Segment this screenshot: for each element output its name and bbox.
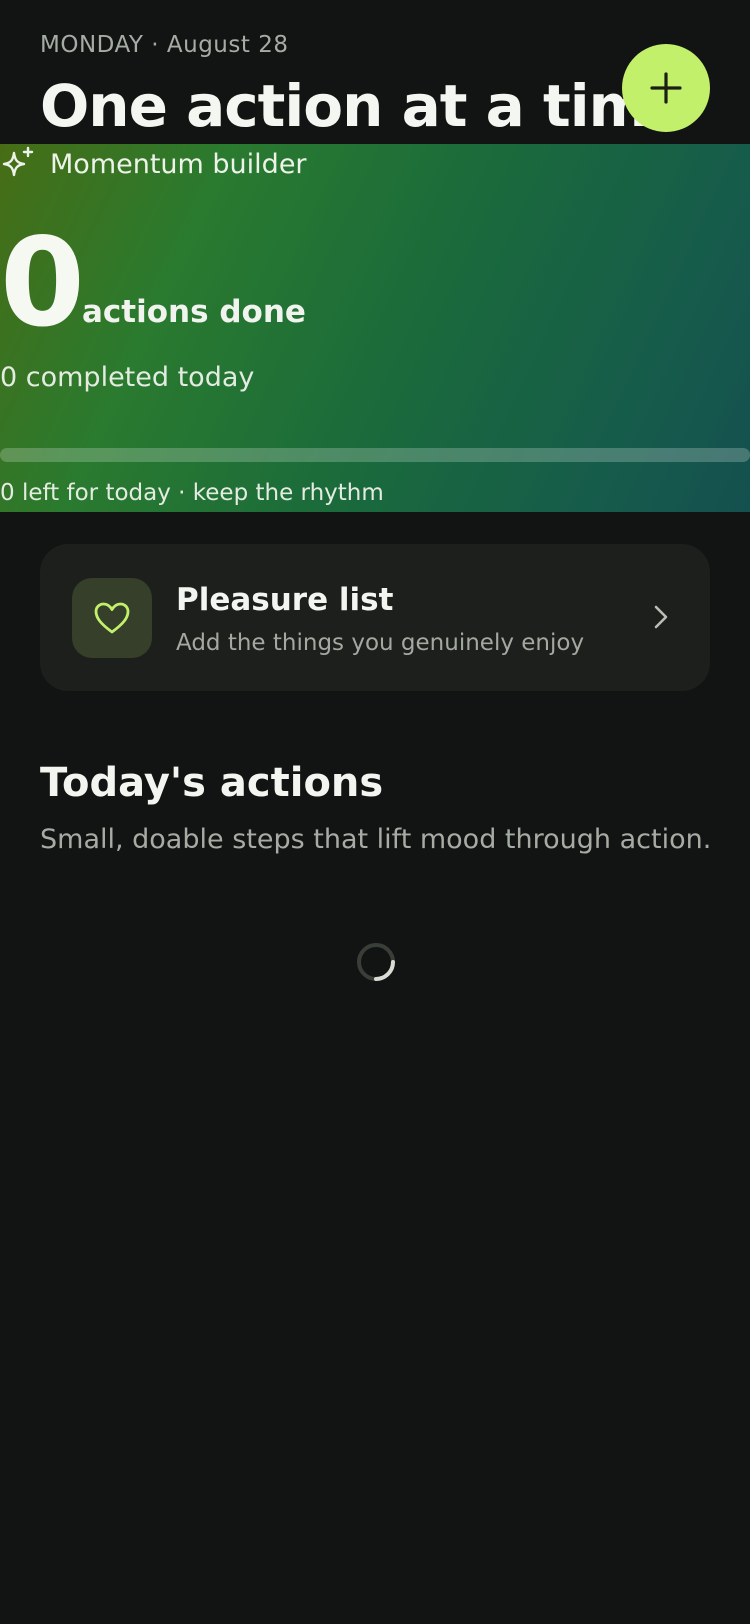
completed-today-text: 0 completed today bbox=[0, 362, 255, 393]
pleasure-list-subtitle: Add the things you genuinely enjoy bbox=[176, 630, 585, 656]
left-today-text: 0 left for today · keep the rhythm bbox=[0, 480, 384, 506]
heart-icon bbox=[94, 602, 130, 634]
todays-actions-title: Today's actions bbox=[40, 760, 384, 806]
plus-icon bbox=[650, 72, 682, 104]
daily-progress-bar bbox=[0, 448, 750, 462]
date-line: MONDAY · August 28 bbox=[40, 32, 289, 58]
todays-actions-subtitle: Small, doable steps that lift mood throu… bbox=[40, 824, 712, 855]
momentum-title: Momentum builder bbox=[50, 148, 307, 180]
sparkles-icon bbox=[2, 146, 34, 177]
app-screen: MONDAY · August 28 One action at a time … bbox=[0, 0, 750, 1624]
add-action-button[interactable] bbox=[622, 44, 710, 132]
chevron-right-icon bbox=[646, 602, 676, 632]
pleasure-list-title: Pleasure list bbox=[176, 582, 394, 618]
actions-done-label: actions done bbox=[82, 294, 306, 330]
pleasure-list-card[interactable]: Pleasure list Add the things you genuine… bbox=[40, 544, 710, 691]
pleasure-icon-tile bbox=[72, 578, 152, 658]
page-title: One action at a time bbox=[40, 72, 687, 140]
actions-done-count: 0 bbox=[0, 212, 85, 354]
momentum-card: Momentum builder 0 actions done 0 comple… bbox=[0, 144, 750, 512]
loading-spinner-icon bbox=[357, 943, 395, 981]
momentum-header: Momentum builder bbox=[0, 144, 307, 184]
